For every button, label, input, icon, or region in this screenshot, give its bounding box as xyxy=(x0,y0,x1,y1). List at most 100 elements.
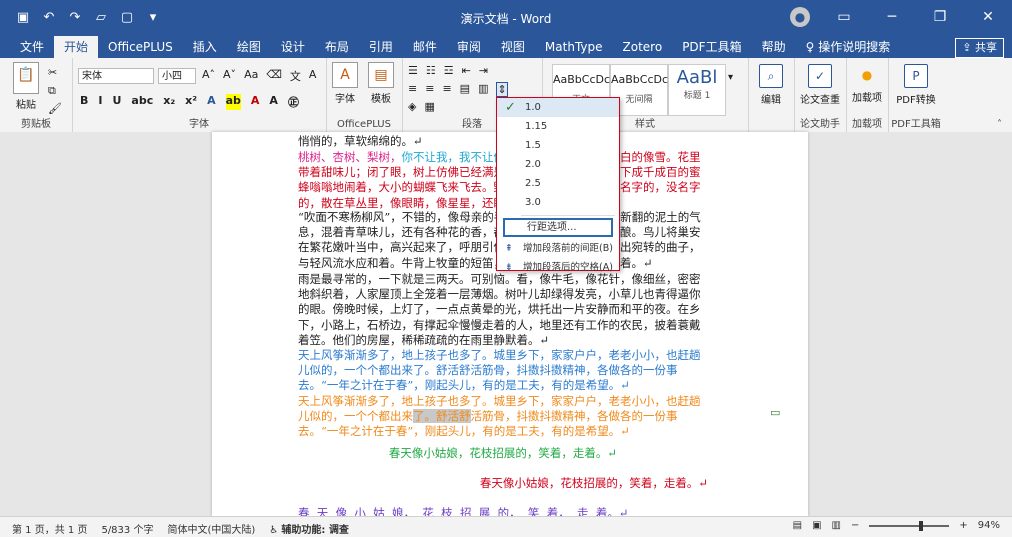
tell-me-search[interactable]: ♀ 操作说明搜索 xyxy=(796,36,901,58)
highlight-icon[interactable]: ab xyxy=(225,94,241,110)
addin-group: ● 加载项 加载项 xyxy=(846,58,889,132)
tab-view[interactable]: 视图 xyxy=(491,36,535,58)
editing-button[interactable]: ⌕ 编辑 xyxy=(748,64,794,106)
phonetic-icon[interactable]: 文 xyxy=(290,68,301,84)
font-name-combo[interactable]: 宋体 xyxy=(78,68,154,84)
distribute-icon[interactable]: ▥ xyxy=(478,82,488,97)
close-button[interactable]: ✕ xyxy=(974,9,1002,25)
accessibility-status[interactable]: ♿ 辅助功能: 调查 xyxy=(269,521,349,536)
increase-indent-icon[interactable]: ⇥ xyxy=(479,64,488,77)
borders-icon[interactable]: ▦ xyxy=(424,100,434,113)
tab-references[interactable]: 引用 xyxy=(359,36,403,58)
style-heading1[interactable]: AaBl 标题 1 xyxy=(668,64,726,116)
menu-item-1-15[interactable]: 1.15 xyxy=(497,117,619,136)
language[interactable]: 简体中文(中国大陆) xyxy=(167,521,255,536)
add-space-before-item[interactable]: ⇞ 增加段落前的间距(B) xyxy=(497,239,619,258)
menu-item-label: 2.0 xyxy=(525,159,541,170)
text-effects-icon[interactable]: A xyxy=(207,94,216,110)
zoom-out-icon[interactable]: − xyxy=(851,520,859,531)
tab-insert[interactable]: 插入 xyxy=(183,36,227,58)
word-count[interactable]: 5/833 个字 xyxy=(101,521,153,536)
line-spacing-icon[interactable]: ⇕ xyxy=(496,82,508,97)
tab-layout[interactable]: 布局 xyxy=(315,36,359,58)
justify-icon[interactable]: ▤ xyxy=(460,82,470,97)
align-center-icon[interactable]: ≡ xyxy=(425,82,434,97)
styles-more-icon[interactable]: ▾ xyxy=(728,72,733,83)
menu-item-label: 1.15 xyxy=(525,121,548,132)
maximize-button[interactable]: ❐ xyxy=(926,9,954,25)
comment-icon[interactable]: ▭ xyxy=(770,406,780,419)
grow-font-icon[interactable]: A˄ xyxy=(202,68,215,84)
copy-icon[interactable]: ⧉ xyxy=(48,82,62,100)
style-heading1-name: 标题 1 xyxy=(683,91,711,101)
tab-help[interactable]: 帮助 xyxy=(752,36,796,58)
paper-check-button[interactable]: ✓ 论文查重 xyxy=(797,64,843,106)
share-button[interactable]: ⇪ 共享 xyxy=(955,38,1004,58)
ribbon-display-icon[interactable]: ▭ xyxy=(830,9,858,25)
tab-file[interactable]: 文件 xyxy=(10,36,54,58)
clear-format-icon[interactable]: ⌫ xyxy=(266,68,282,84)
bold-icon[interactable]: B xyxy=(80,94,88,110)
char-border-icon[interactable]: A xyxy=(309,68,317,84)
menu-item-1-5[interactable]: 1.5 xyxy=(497,136,619,155)
officeplus-template-button[interactable]: ▤ 模板 xyxy=(364,62,398,105)
tab-officeplus[interactable]: OfficePLUS xyxy=(98,36,183,58)
zoom-level[interactable]: 94% xyxy=(978,520,1000,531)
multilevel-list-icon[interactable]: ☲ xyxy=(444,64,454,77)
cut-icon[interactable]: ✂ xyxy=(48,64,62,82)
zoom-slider[interactable] xyxy=(869,520,950,531)
collapse-ribbon-icon[interactable]: ˄ xyxy=(997,119,1002,130)
align-right-icon[interactable]: ≡ xyxy=(442,82,451,97)
status-bar: 第 1 页，共 1 页 5/833 个字 简体中文(中国大陆) ♿ 辅助功能: … xyxy=(0,516,1012,537)
char-shading-icon[interactable]: A xyxy=(269,94,278,110)
tab-mailings[interactable]: 邮件 xyxy=(403,36,447,58)
tab-review[interactable]: 审阅 xyxy=(447,36,491,58)
tab-pdf-tools[interactable]: PDF工具箱 xyxy=(672,36,751,58)
tab-draw[interactable]: 绘图 xyxy=(227,36,271,58)
shading-icon[interactable]: ◈ xyxy=(408,100,416,113)
menu-item-1-0[interactable]: ✓ 1.0 xyxy=(497,98,619,117)
underline-icon[interactable]: U xyxy=(112,94,121,110)
menu-item-label: 增加段落前的间距(B) xyxy=(523,243,613,254)
line-spacing-options-item[interactable]: 行距选项... xyxy=(503,218,613,237)
tab-home[interactable]: 开始 xyxy=(54,36,99,58)
officeplus-group: A 字体 ▤ 模板 OfficePLUS xyxy=(326,58,403,132)
superscript-icon[interactable]: x² xyxy=(185,94,197,110)
paste-button[interactable]: 📋 粘贴 xyxy=(6,62,46,111)
align-left-icon[interactable]: ≡ xyxy=(408,82,417,97)
pdf-group: P PDF转换 PDF工具箱 xyxy=(888,58,944,132)
add-space-after-item[interactable]: ⇟ 增加段落后的空格(A) xyxy=(497,258,619,277)
addin-button[interactable]: ● 加载项 xyxy=(844,64,890,104)
bullets-icon[interactable]: ☰ xyxy=(408,64,418,77)
italic-icon[interactable]: I xyxy=(98,94,102,110)
tab-mathtype[interactable]: MathType xyxy=(535,36,613,58)
pdf-convert-label: PDF转换 xyxy=(896,95,936,106)
tab-zotero[interactable]: Zotero xyxy=(613,36,673,58)
print-layout-icon[interactable]: ▣ xyxy=(812,520,821,531)
avatar[interactable]: ● xyxy=(790,7,810,27)
pdf-icon: P xyxy=(904,64,928,88)
zoom-in-icon[interactable]: + xyxy=(959,520,967,531)
menu-item-2-0[interactable]: 2.0 xyxy=(497,155,619,174)
enclose-char-icon[interactable]: ㊣ xyxy=(288,94,299,110)
paper-group: ✓ 论文查重 论文助手 xyxy=(794,58,847,132)
web-layout-icon[interactable]: ▥ xyxy=(832,520,841,531)
change-case-icon[interactable]: Aa xyxy=(244,68,258,84)
menu-item-3-0[interactable]: 3.0 xyxy=(497,193,619,212)
zoom-slider-thumb[interactable] xyxy=(919,520,924,531)
minimize-button[interactable]: ─ xyxy=(878,9,906,25)
pdf-convert-button[interactable]: P PDF转换 xyxy=(893,64,939,106)
subscript-icon[interactable]: x₂ xyxy=(163,94,175,110)
font-color-icon[interactable]: A xyxy=(251,94,260,110)
strikethrough-icon[interactable]: abc xyxy=(131,94,153,110)
officeplus-font-button[interactable]: A 字体 xyxy=(328,62,362,105)
menu-item-2-5[interactable]: 2.5 xyxy=(497,174,619,193)
read-mode-icon[interactable]: ▤ xyxy=(793,520,802,531)
font-size-combo[interactable]: 小四 xyxy=(158,68,196,84)
shrink-font-icon[interactable]: A˅ xyxy=(223,68,236,84)
share-label: 共享 xyxy=(975,41,997,54)
tab-design[interactable]: 设计 xyxy=(271,36,315,58)
page-count[interactable]: 第 1 页，共 1 页 xyxy=(12,521,87,536)
numbering-icon[interactable]: ☷ xyxy=(426,64,436,77)
decrease-indent-icon[interactable]: ⇤ xyxy=(462,64,471,77)
